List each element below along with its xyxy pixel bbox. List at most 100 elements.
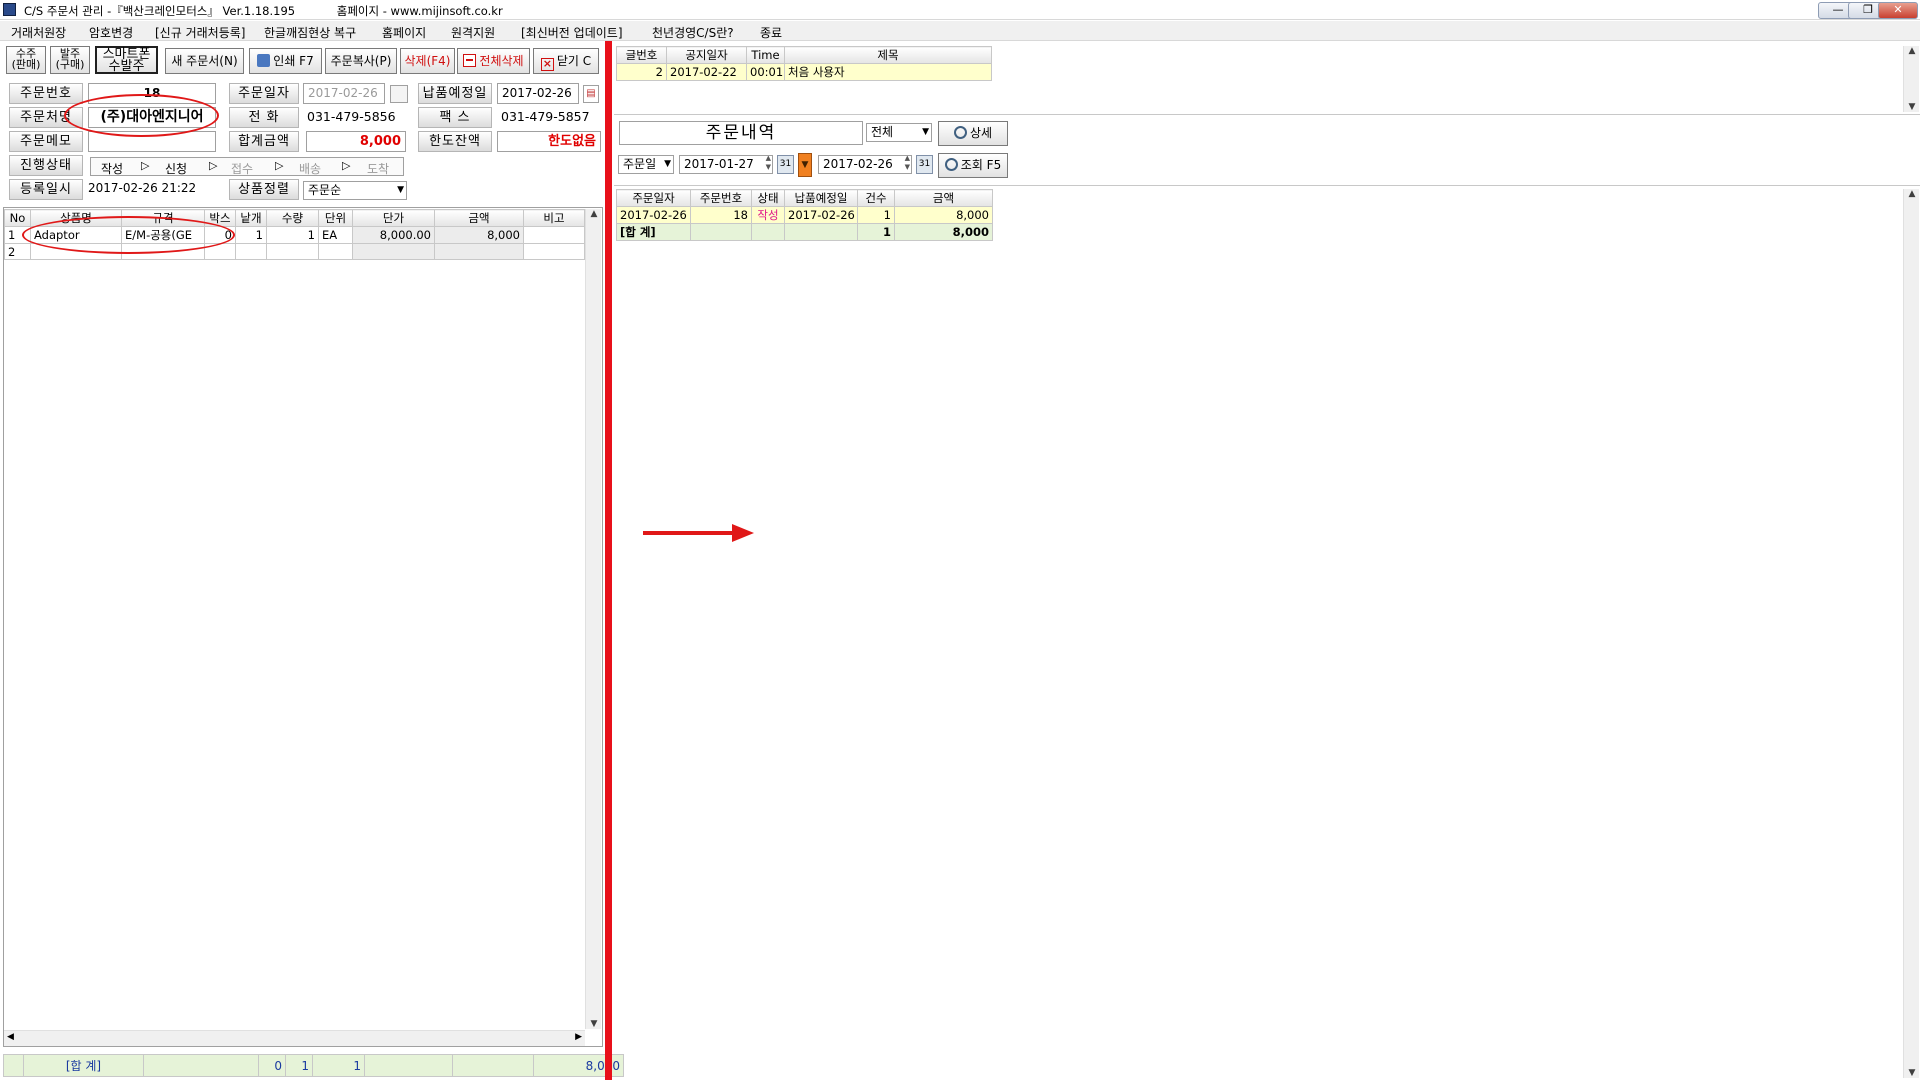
col-time[interactable]: Time [746,46,785,64]
fax-field[interactable]: 031-479-5857 [497,107,602,128]
col-order-date[interactable]: 주문일자 [616,189,691,207]
date-to-field[interactable]: 2017-02-26 ▲ ▼ [818,155,912,174]
history-filter-select[interactable]: 전체 ▼ [866,123,932,142]
menu-remote-support[interactable]: 원격지원 [451,24,495,41]
col-delivery-date[interactable]: 납품예정일 [784,189,858,207]
spinner-icon[interactable]: ▲ ▼ [905,156,910,172]
scroll-right-icon[interactable]: ▶ [575,1032,582,1042]
col-amount[interactable]: 금액 [434,209,524,227]
col-no[interactable]: No [4,209,31,227]
calendar-icon[interactable]: ▤ [583,85,599,103]
status-step-write[interactable]: 작성 [101,160,123,177]
items-footer: [합 계] 0 1 1 8,000 [3,1054,624,1077]
smartphone-order-button[interactable]: 스마트폰 수발주 [95,46,158,74]
copy-order-button[interactable]: 주문복사(P) [325,48,397,74]
delete-all-button[interactable]: 전체삭제 [457,48,530,74]
scroll-up-icon[interactable]: ▲ [1904,189,1920,199]
order-no-label: 주문번호 [9,83,83,104]
col-amount[interactable]: 금액 [894,189,993,207]
sales-button[interactable]: 수주 (판매) [6,46,46,74]
total-label: 합계금액 [229,131,299,152]
status-step-receive[interactable]: 접수 [231,160,253,177]
notice-date: 2017-02-22 [666,63,747,81]
col-qty[interactable]: 수량 [266,209,319,227]
section-separator [614,185,1920,186]
menu-fix-korean[interactable]: 한글깨짐현상 복구 [264,24,356,41]
sort-select[interactable]: 주문순 ▼ [303,181,407,200]
items-horizontal-scrollbar[interactable]: ◀ ▶ [4,1030,585,1046]
col-piece[interactable]: 낱개 [235,209,267,227]
phone-field[interactable]: 031-479-5856 [303,107,413,128]
menu-exit[interactable]: 종료 [760,24,782,41]
history-table: 주문일자 주문번호 상태 납품예정일 건수 금액 2017-02-26 18 작… [616,189,993,241]
col-unit[interactable]: 단위 [318,209,353,227]
notice-header-row: 글번호 공지일자 Time 제목 [616,46,992,64]
delete-button[interactable]: 삭제(F4) [400,48,455,74]
cell-unit-price[interactable]: 8,000.00 [352,226,435,244]
col-unit-price[interactable]: 단가 [352,209,435,227]
scroll-down-icon[interactable]: ▼ [586,1019,602,1029]
status-step-ship[interactable]: 배송 [299,160,321,177]
sort-label: 상품정렬 [229,179,299,200]
close-form-button[interactable]: × 닫기 C [533,48,599,74]
col-subject[interactable]: 제목 [784,46,992,64]
close-window-button[interactable]: ✕ [1878,2,1918,19]
purchase-button[interactable]: 발주 (구매) [50,46,90,74]
scroll-down-icon[interactable]: ▼ [1904,1068,1920,1078]
table-row[interactable]: 2 2017-02-22 00:01 처음 사용자 [616,63,992,81]
memo-label: 주문메모 [9,131,83,152]
col-post-no[interactable]: 글번호 [616,46,667,64]
notice-scrollbar[interactable]: ▲ ▼ [1903,46,1919,112]
cell-unit-price[interactable] [352,243,435,260]
order-date-field[interactable]: 2017-02-26 [303,83,385,104]
cell-qty[interactable] [266,243,319,260]
menu-update[interactable]: [최신버전 업데이트] [521,24,623,41]
cell-unit[interactable] [318,243,353,260]
calendar-icon[interactable]: 31 [916,155,933,174]
table-row[interactable]: 2017-02-26 18 작성 2017-02-26 1 8,000 [616,206,993,224]
history-filter-value: 전체 [871,125,894,139]
col-status[interactable]: 상태 [751,189,785,207]
scroll-up-icon[interactable]: ▲ [1904,46,1920,56]
scroll-down-icon[interactable]: ▼ [1904,102,1920,112]
date-type-select[interactable]: 주문일 ▼ [618,155,674,174]
menu-about[interactable]: 천년경영C/S란? [652,24,734,41]
search-button[interactable]: 조회 F5 [938,153,1008,178]
cell-piece[interactable] [235,243,267,260]
status-step-request[interactable]: 신청 [165,160,187,177]
notice-subject[interactable]: 처음 사용자 [784,63,992,81]
printer-icon [257,54,271,67]
section-separator [614,114,1920,115]
cell-note[interactable] [523,243,585,260]
status-step-arrive[interactable]: 도착 [367,160,389,177]
date-from-field[interactable]: 2017-01-27 ▲ ▼ [679,155,773,174]
order-date-label: 주문일자 [229,83,299,104]
history-scrollbar[interactable]: ▲ ▼ [1903,189,1919,1078]
cell-piece[interactable]: 1 [235,226,267,244]
range-toggle-icon[interactable]: ▼ [798,153,812,177]
cell-unit[interactable]: EA [318,226,353,244]
annotation-divider [605,41,612,1080]
menu-homepage[interactable]: 홈페이지 [382,24,426,41]
detail-button[interactable]: 상세 [938,121,1008,146]
spinner-icon[interactable]: ▲ ▼ [766,156,771,172]
scroll-left-icon[interactable]: ◀ [7,1032,14,1042]
cell-qty[interactable]: 1 [266,226,319,244]
cell-note[interactable] [523,226,585,244]
calendar-icon[interactable]: 31 [777,155,794,174]
col-notice-date[interactable]: 공지일자 [666,46,747,64]
print-button[interactable]: 인쇄 F7 [249,48,322,74]
col-count[interactable]: 건수 [857,189,895,207]
items-vertical-scrollbar[interactable]: ▲ ▼ [585,209,601,1029]
scroll-up-icon[interactable]: ▲ [586,209,602,219]
col-order-no[interactable]: 주문번호 [690,189,752,207]
detail-label: 상세 [969,126,993,140]
order-date-picker[interactable] [390,85,408,103]
new-order-button[interactable]: 새 주문서(N) [165,48,244,74]
col-note[interactable]: 비고 [523,209,585,227]
delivery-date-field[interactable]: 2017-02-26 [497,83,579,104]
menu-change-password[interactable]: 암호변경 [89,24,133,41]
menu-ledger[interactable]: 거래처원장 [11,24,66,41]
menu-new-customer[interactable]: [신규 거래처등록] [155,24,245,41]
print-label: 인쇄 F7 [273,54,314,68]
